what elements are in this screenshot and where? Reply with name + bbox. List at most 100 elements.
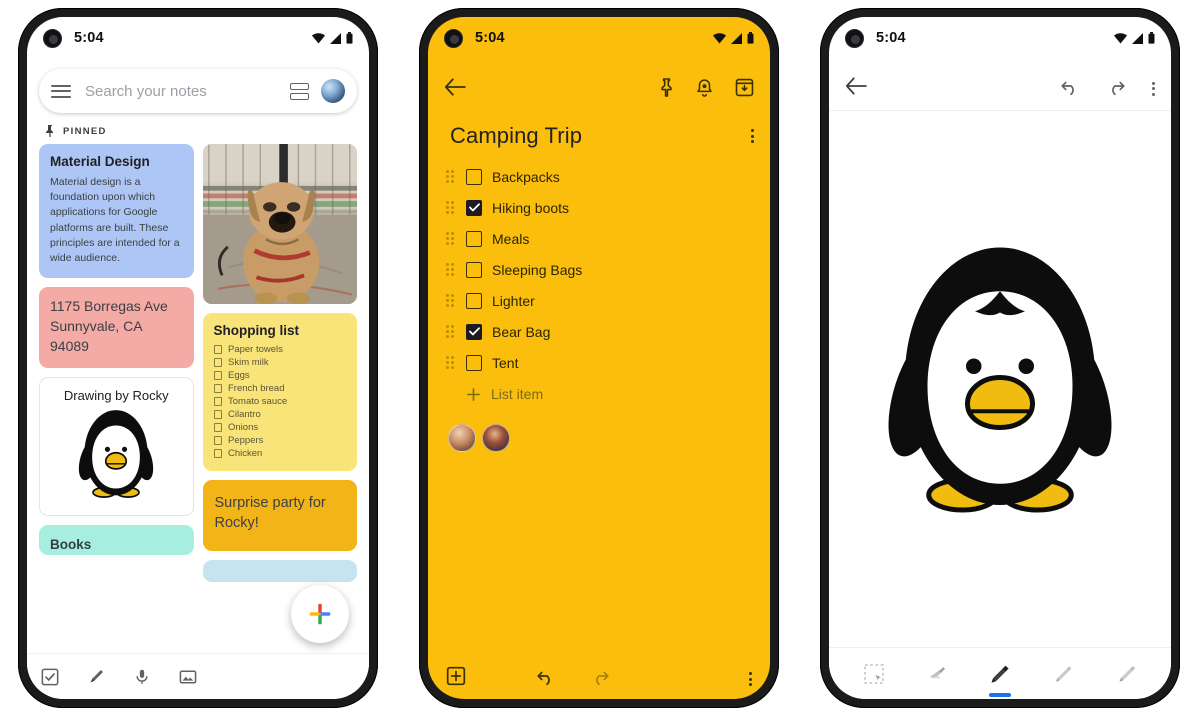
phone-1-notes-list: 5:04 Search your notes PINNED Material D… <box>18 8 378 708</box>
table-row[interactable]: Meals <box>446 223 754 254</box>
hamburger-menu-icon[interactable] <box>51 84 71 98</box>
shopping-checklist: Paper towels Skim milk Eggs French bread… <box>213 344 347 459</box>
plus-icon[interactable] <box>466 387 481 402</box>
search-bar[interactable]: Search your notes <box>39 69 357 113</box>
note-card-dog-photo[interactable] <box>202 144 357 304</box>
note-app-bar <box>428 63 770 111</box>
eraser-tool-icon[interactable] <box>916 653 958 695</box>
drag-handle-icon[interactable] <box>446 263 456 276</box>
list-item-label: Eggs <box>228 370 250 381</box>
note-title[interactable]: Camping Trip <box>450 123 582 149</box>
reminder-bell-icon[interactable] <box>696 78 713 97</box>
checklist-item-label: Lighter <box>492 292 535 309</box>
list-item-label: French bread <box>228 383 285 394</box>
checkbox-icon[interactable] <box>213 423 222 432</box>
selection-tool-icon[interactable] <box>853 653 895 695</box>
undo-icon[interactable] <box>1060 77 1080 95</box>
list-item[interactable]: Eggs <box>213 370 347 381</box>
new-list-icon[interactable] <box>39 666 61 688</box>
checkbox-icon[interactable] <box>466 323 482 340</box>
table-row[interactable]: Lighter <box>446 285 754 316</box>
list-view-toggle-icon[interactable] <box>290 82 309 100</box>
collaborator-avatar-1[interactable] <box>448 424 476 452</box>
add-list-item-row[interactable]: List item <box>446 378 754 410</box>
search-input[interactable]: Search your notes <box>85 83 290 100</box>
status-bar: 5:04 <box>428 17 770 59</box>
checkbox-icon[interactable] <box>213 345 222 354</box>
drag-handle-icon[interactable] <box>446 325 456 338</box>
status-time: 5:04 <box>74 30 104 46</box>
checkbox-icon[interactable] <box>466 354 482 371</box>
list-item[interactable]: French bread <box>213 383 347 394</box>
list-item[interactable]: Cilantro <box>213 409 347 420</box>
new-image-note-icon[interactable] <box>177 666 199 688</box>
list-item-label: Skim milk <box>228 357 269 368</box>
more-options-icon[interactable] <box>1152 76 1155 96</box>
create-note-fab[interactable] <box>291 585 349 643</box>
drag-handle-icon[interactable] <box>446 356 456 369</box>
list-item[interactable]: Skim milk <box>213 357 347 368</box>
checkbox-icon[interactable] <box>213 371 222 380</box>
pin-icon[interactable] <box>659 77 674 97</box>
checkbox-icon[interactable] <box>466 261 482 278</box>
battery-icon <box>1148 32 1155 44</box>
more-options-icon[interactable] <box>751 123 754 143</box>
back-arrow-icon[interactable] <box>845 76 867 95</box>
checkbox-icon[interactable] <box>466 168 482 185</box>
list-item[interactable]: Tomato sauce <box>213 396 347 407</box>
list-item[interactable]: Paper towels <box>213 344 347 355</box>
dog-photo <box>202 144 357 304</box>
table-row[interactable]: Backpacks <box>446 161 754 192</box>
redo-icon[interactable] <box>1106 77 1126 95</box>
note-card-partial-blue[interactable] <box>202 560 357 583</box>
table-row[interactable]: Sleeping Bags <box>446 254 754 285</box>
note-card-surprise-party[interactable]: Surprise party for Rocky! <box>202 480 357 552</box>
checkbox-icon[interactable] <box>213 449 222 458</box>
table-row[interactable]: Bear Bag <box>446 316 754 347</box>
note-card-material-design[interactable]: Material Design Material design is a fou… <box>39 144 194 279</box>
checkbox-icon[interactable] <box>466 292 482 309</box>
checkbox-icon[interactable] <box>213 358 222 367</box>
checkbox-icon[interactable] <box>466 230 482 247</box>
drawing-canvas[interactable] <box>829 113 1171 647</box>
list-item[interactable]: Onions <box>213 422 347 433</box>
table-row[interactable]: Hiking boots <box>446 192 754 223</box>
back-arrow-icon[interactable] <box>444 78 466 96</box>
marker-tool-icon[interactable] <box>979 653 1021 695</box>
notes-column-left: Material Design Material design is a fou… <box>39 144 194 556</box>
checkbox-icon[interactable] <box>466 199 482 216</box>
wifi-icon <box>312 32 325 43</box>
pin-icon <box>46 125 53 137</box>
note-card-address[interactable]: 1175 Borregas Ave Sunnyvale, CA 94089 <box>39 287 194 369</box>
drag-handle-icon[interactable] <box>446 170 456 183</box>
new-drawing-icon[interactable] <box>85 666 107 688</box>
pen-tool-icon[interactable] <box>1042 653 1084 695</box>
drawing-app-bar-actions <box>1060 76 1155 96</box>
drag-handle-icon[interactable] <box>446 232 456 245</box>
note-card-books[interactable]: Books <box>39 525 194 556</box>
checkbox-icon[interactable] <box>213 436 222 445</box>
battery-icon <box>747 32 754 44</box>
note-card-shopping-list[interactable]: Shopping list Paper towels Skim milk Egg… <box>202 313 357 471</box>
add-box-icon[interactable] <box>446 666 466 686</box>
profile-avatar-icon[interactable] <box>321 79 345 103</box>
checkbox-icon[interactable] <box>213 410 222 419</box>
checkbox-icon[interactable] <box>213 397 222 406</box>
drag-handle-icon[interactable] <box>446 201 456 214</box>
archive-icon[interactable] <box>735 78 754 97</box>
note-title: Books <box>50 537 92 553</box>
battery-icon <box>346 32 353 44</box>
new-voice-note-icon[interactable] <box>131 666 153 688</box>
checkbox-icon[interactable] <box>213 384 222 393</box>
more-options-icon[interactable] <box>748 666 752 686</box>
collaborator-avatar-2[interactable] <box>482 424 510 452</box>
undo-icon[interactable] <box>536 667 556 685</box>
redo-icon[interactable] <box>590 667 610 685</box>
status-bar: 5:04 <box>829 17 1171 59</box>
table-row[interactable]: Tent <box>446 347 754 378</box>
note-card-drawing-by-rocky[interactable]: Drawing by Rocky <box>39 377 194 517</box>
list-item[interactable]: Peppers <box>213 435 347 446</box>
drag-handle-icon[interactable] <box>446 294 456 307</box>
highlighter-tool-icon[interactable] <box>1105 653 1147 695</box>
list-item[interactable]: Chicken <box>213 448 347 459</box>
